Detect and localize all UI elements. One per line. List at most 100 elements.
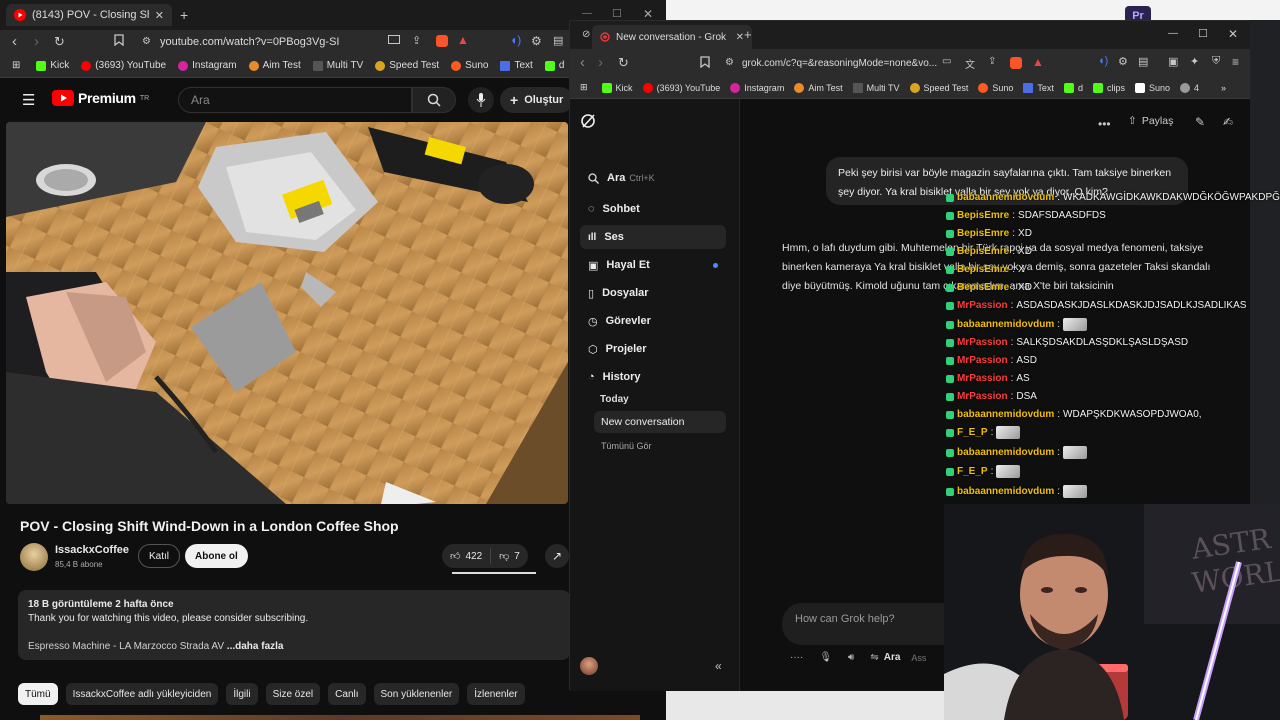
- share-icon[interactable]: ⇪: [988, 56, 996, 67]
- share-icon[interactable]: ⇪: [412, 34, 421, 47]
- chip-all[interactable]: Tümü: [18, 683, 58, 705]
- bookmark-multi-tv[interactable]: Multi TV: [312, 60, 363, 71]
- chat-username[interactable]: MrPassion: [957, 355, 1008, 366]
- brave-rewards-icon[interactable]: ▲: [1032, 55, 1044, 69]
- reload-icon[interactable]: ↻: [618, 55, 629, 71]
- wallet-icon[interactable]: ▣: [1168, 55, 1178, 68]
- sidebar-item-tasks[interactable]: ◷ Görevler: [580, 309, 726, 333]
- chip-watched[interactable]: İzlenenler: [467, 683, 525, 705]
- microphone-icon[interactable]: 🎙︎: [819, 652, 832, 663]
- channel-avatar[interactable]: [20, 543, 48, 571]
- chip-related[interactable]: İlgili: [226, 683, 258, 705]
- chip-live[interactable]: Canlı: [328, 683, 366, 705]
- user-avatar[interactable]: [580, 657, 598, 675]
- youtube-logo[interactable]: Premium TR: [52, 90, 149, 106]
- sidebar-toggle-icon[interactable]: ▤: [553, 34, 563, 47]
- bookmark-aim-test[interactable]: Aim Test: [248, 60, 301, 71]
- bookmark-suno[interactable]: Suno: [978, 82, 1013, 93]
- reload-icon[interactable]: ↻: [54, 34, 65, 50]
- chat-username[interactable]: F_E_P: [957, 427, 988, 438]
- video-player[interactable]: [6, 122, 568, 504]
- bookmark-icon[interactable]: [700, 56, 710, 68]
- search-mode-button[interactable]: ⇋ Ara Ass: [870, 652, 926, 663]
- sidebar-item-voice[interactable]: ıll Ses: [580, 225, 726, 249]
- chip-recent[interactable]: Son yüklenenler: [373, 683, 460, 705]
- apps-grid-icon[interactable]: ⊞: [12, 60, 20, 71]
- new-tab-icon[interactable]: +: [744, 27, 752, 42]
- bookmark-suno[interactable]: Suno: [451, 60, 488, 71]
- channel-name[interactable]: IssackxCoffee: [55, 544, 129, 556]
- browser-menu-icon[interactable]: ≡: [1232, 55, 1239, 69]
- chat-username[interactable]: BepisEmre: [957, 246, 1009, 257]
- bookmark-kick[interactable]: Kick: [601, 82, 633, 93]
- chip-for-you[interactable]: Size özel: [265, 683, 321, 705]
- bookmark-text[interactable]: Text: [500, 60, 533, 71]
- history-item-new-conversation[interactable]: New conversation: [594, 411, 726, 433]
- new-tab-icon[interactable]: +: [180, 7, 188, 23]
- chat-username[interactable]: BepisEmre: [957, 282, 1009, 293]
- dislike-button[interactable]: 👎︎ 7: [491, 550, 528, 563]
- chat-username[interactable]: BepisEmre: [957, 264, 1009, 275]
- video-description-box[interactable]: 18 B görüntüleme 2 hafta önce Thank you …: [18, 590, 570, 660]
- bookmark-speed-test[interactable]: Speed Test: [909, 82, 968, 93]
- vpn-icon[interactable]: ⛨: [1212, 55, 1220, 68]
- bookmark-youtube[interactable]: (3693) YouTube: [81, 60, 166, 71]
- yt-search-input[interactable]: Ara: [178, 87, 412, 113]
- sidebar-item-files[interactable]: ▯ Dosyalar: [580, 281, 726, 305]
- chat-username[interactable]: babaannemidovdum: [957, 192, 1054, 203]
- sidebar-item-chat[interactable]: ◌ Sohbet: [580, 197, 726, 221]
- bookmark-aim-test[interactable]: Aim Test: [794, 82, 843, 93]
- extensions-icon[interactable]: ⚙: [1118, 55, 1128, 68]
- grok-logo-icon[interactable]: [580, 113, 596, 132]
- chat-username[interactable]: BepisEmre: [957, 228, 1009, 239]
- collapse-sidebar-icon[interactable]: «: [715, 659, 722, 673]
- bookmark-kick[interactable]: Kick: [36, 60, 69, 71]
- chat-username[interactable]: MrPassion: [957, 300, 1008, 311]
- create-button[interactable]: + Oluştur: [500, 87, 574, 113]
- sidebar-item-imagine[interactable]: ▣ Hayal Et: [580, 253, 726, 277]
- grok-active-tab[interactable]: New conversation - Grok ✕: [592, 25, 752, 49]
- forward-icon[interactable]: ›: [598, 54, 603, 71]
- bookmark-text[interactable]: Text: [1023, 82, 1054, 93]
- sidebar-item-history[interactable]: ◔ History: [580, 365, 726, 389]
- close-tab-icon[interactable]: ✕: [155, 9, 164, 22]
- chat-username[interactable]: F_E_P: [957, 466, 988, 477]
- bookmark-4[interactable]: 4: [1180, 82, 1199, 93]
- more-bookmarks-icon[interactable]: »: [1221, 83, 1226, 93]
- chat-username[interactable]: MrPassion: [957, 373, 1008, 384]
- window-close-icon[interactable]: ✕: [1228, 27, 1238, 41]
- chat-username[interactable]: babaannemidovdum: [957, 319, 1054, 330]
- sidebar-search[interactable]: Ara Ctrl+K: [580, 166, 726, 190]
- bookmark-d[interactable]: d: [544, 60, 564, 71]
- minimize-icon[interactable]: —: [582, 8, 592, 19]
- bookmark-d[interactable]: d: [1063, 82, 1083, 93]
- back-icon[interactable]: ‹: [12, 33, 17, 50]
- window-close-icon[interactable]: ✕: [643, 7, 653, 21]
- see-all-link[interactable]: Tümünü Gör: [601, 441, 652, 451]
- maximize-icon[interactable]: ☐: [612, 7, 622, 20]
- chat-username[interactable]: babaannemidovdum: [957, 409, 1054, 420]
- speaker-icon[interactable]: 🔊︎: [848, 652, 854, 663]
- bookmark-youtube[interactable]: (3693) YouTube: [642, 82, 720, 93]
- bookmark-icon[interactable]: [114, 34, 124, 46]
- minimize-icon[interactable]: —: [1168, 28, 1178, 39]
- site-info-icon[interactable]: ⚙: [142, 36, 151, 47]
- yt-active-tab[interactable]: (8143) POV - Closing Shift Wind ✕: [6, 4, 172, 26]
- cast-icon[interactable]: [388, 35, 400, 45]
- cast-icon[interactable]: ▭: [942, 56, 951, 67]
- chat-username[interactable]: MrPassion: [957, 391, 1008, 402]
- chat-username[interactable]: babaannemidovdum: [957, 486, 1054, 497]
- pin-icon[interactable]: ✎: [1195, 115, 1205, 129]
- grok-url-field[interactable]: ⚙ grok.com/c?q=&reasoningMode=none&vo...: [720, 53, 1080, 73]
- bookmark-suno-2[interactable]: Suno: [1134, 82, 1170, 93]
- join-button[interactable]: Katıl: [138, 544, 181, 568]
- chip-uploader[interactable]: IssackxCoffee adlı yükleyiciden: [65, 683, 219, 705]
- bookmark-instagram[interactable]: Instagram: [178, 60, 237, 71]
- maximize-icon[interactable]: ☐: [1198, 27, 1208, 40]
- more-options-icon[interactable]: •••: [1098, 117, 1111, 131]
- apps-grid-icon[interactable]: ⊞: [580, 82, 588, 93]
- new-chat-icon[interactable]: ✍: [1223, 115, 1233, 129]
- close-tab-icon[interactable]: ✕: [736, 32, 744, 43]
- description-more-link[interactable]: ...daha fazla: [227, 641, 284, 652]
- chat-username[interactable]: MrPassion: [957, 337, 1008, 348]
